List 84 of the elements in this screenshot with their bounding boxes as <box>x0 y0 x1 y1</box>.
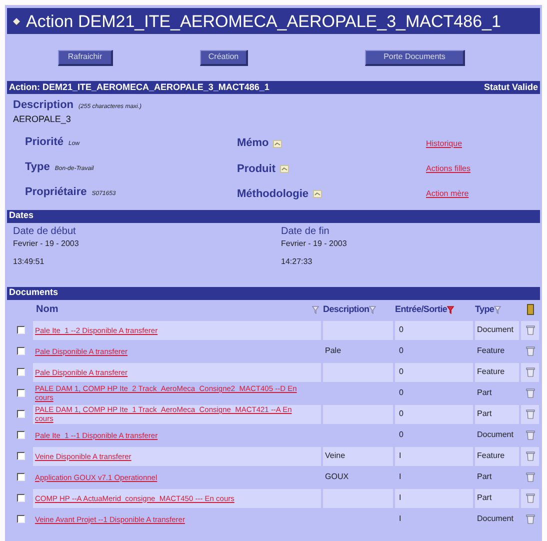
action-icon <box>13 18 20 24</box>
description-value: AEROPALE_3 <box>13 114 72 124</box>
table-cell-text: Document <box>476 513 514 525</box>
trash-icon[interactable] <box>526 409 534 419</box>
row-checkbox[interactable] <box>17 431 25 439</box>
table-cell-text: 0 <box>398 429 404 441</box>
table-cell: Part <box>475 488 519 508</box>
row-checkbox[interactable] <box>17 494 25 502</box>
table-cell: 0 <box>395 404 473 424</box>
table-cell <box>323 320 393 340</box>
table-cell: Part <box>475 404 519 424</box>
filter-icon[interactable] <box>494 306 502 314</box>
table-cell-text: Pale <box>324 345 342 357</box>
row-checkbox[interactable] <box>17 410 25 418</box>
table-cell: Feature <box>475 362 519 382</box>
row-checkbox[interactable] <box>17 368 25 376</box>
table-cell: 0 <box>395 320 473 340</box>
table-cell <box>323 404 393 424</box>
date-label: Date de fin <box>281 226 330 238</box>
table-cell-text: I <box>398 513 402 525</box>
window-title: Action DEM21_ITE_AEROMECA_AEROPALE_3_MACT486_1 <box>26 12 501 30</box>
toolbar-button[interactable]: Création <box>200 50 248 66</box>
row-checkbox[interactable] <box>17 515 25 523</box>
trash-icon[interactable] <box>526 430 534 440</box>
table-cell-text: Part <box>476 471 493 483</box>
table-cell: Document <box>475 320 519 340</box>
field-label: Priorité <box>25 134 64 150</box>
table-cell <box>323 362 393 382</box>
date-label: Date de début <box>13 226 77 238</box>
date-value: Fevrier - 19 - 2003 <box>13 238 80 248</box>
toolbar-button[interactable]: Porte Documents <box>365 50 465 66</box>
trash-icon[interactable] <box>526 367 534 377</box>
section-title: Dates <box>9 209 34 222</box>
row-checkbox[interactable] <box>17 326 25 334</box>
related-link[interactable]: Action mère <box>426 188 469 200</box>
filter-icon[interactable] <box>369 306 376 314</box>
table-cell: I <box>395 488 473 508</box>
trash-icon[interactable] <box>526 514 534 524</box>
trash-icon[interactable] <box>526 388 534 398</box>
row-checkbox[interactable] <box>17 389 25 397</box>
section-title: Documents <box>9 286 58 300</box>
trash-icon[interactable] <box>526 451 534 461</box>
toolbar-button[interactable]: Rafraichir <box>58 50 113 66</box>
field-label: Mémo <box>237 136 269 152</box>
trash-icon[interactable] <box>526 472 534 482</box>
table-cell: Feature <box>475 446 519 466</box>
table-cell: I <box>395 446 473 466</box>
status-label: Statut Valide <box>484 80 538 94</box>
table-cell: 0 <box>395 362 473 382</box>
table-cell-text: 0 <box>398 387 404 399</box>
related-link[interactable]: Historique <box>426 138 462 150</box>
field-label: Méthodologie <box>237 186 308 202</box>
filter-icon[interactable] <box>447 306 454 314</box>
column-header[interactable]: Nom <box>36 302 58 317</box>
table-cell-text: Document <box>476 429 514 441</box>
table-cell-text: GOUX <box>324 471 350 483</box>
row-checkbox[interactable] <box>17 452 25 460</box>
time-value: 13:49:51 <box>13 256 46 268</box>
filter-icon[interactable] <box>312 306 319 314</box>
column-header[interactable]: Entrée/Sortie <box>395 302 448 316</box>
row-checkbox[interactable] <box>17 347 25 355</box>
table-cell: Veine <box>323 446 393 466</box>
time-value: 14:27:33 <box>281 256 314 268</box>
field-label: Type <box>25 160 50 175</box>
section-title: Action: DEM21_ITE_AEROMECA_AEROPALE_3_MACT486_1 <box>9 80 270 94</box>
column-header[interactable]: Description <box>323 302 370 316</box>
date-value: Fevrier - 19 - 2003 <box>281 238 348 248</box>
table-cell-text: I <box>398 471 402 483</box>
field-label: Produit <box>237 162 276 177</box>
column-header[interactable]: Type <box>475 302 494 316</box>
field-label: Propriétaire <box>25 185 87 200</box>
table-cell-text: 0 <box>398 345 404 357</box>
table-cell-text: Feature <box>476 345 506 357</box>
table-cell <box>323 488 393 508</box>
table-cell-text: Part <box>476 387 493 399</box>
trash-icon[interactable] <box>526 325 534 335</box>
row-checkbox[interactable] <box>17 473 25 481</box>
trash-icon[interactable] <box>526 493 534 503</box>
trash-icon[interactable] <box>526 346 534 356</box>
note-icon[interactable] <box>280 164 288 173</box>
description-label: Description <box>13 98 74 113</box>
note-icon[interactable] <box>272 140 282 148</box>
related-link[interactable]: Actions filles <box>426 162 470 175</box>
note-icon[interactable] <box>312 190 322 198</box>
